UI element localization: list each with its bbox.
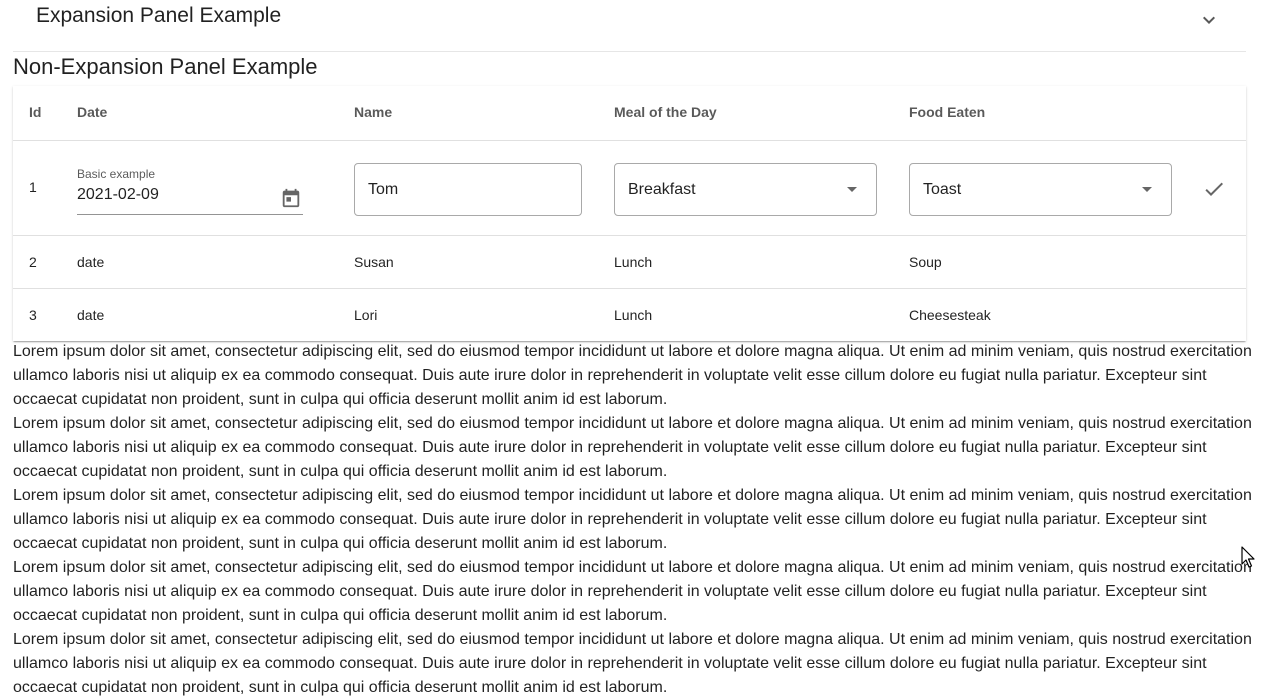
- header-meal: Meal of the Day: [614, 104, 717, 120]
- section-title: Non-Expansion Panel Example: [13, 54, 318, 79]
- lorem-paragraph: Lorem ipsum dolor sit amet, consectetur …: [13, 487, 1252, 552]
- food-select[interactable]: Toast: [909, 163, 1172, 216]
- row-id: 1: [29, 179, 37, 195]
- row-date: date: [77, 307, 105, 323]
- mouse-cursor-icon: [1241, 546, 1255, 568]
- row-id: 2: [29, 254, 37, 270]
- table-row-editing: 1 Basic example 2021-02-09 Tom Breakfast…: [13, 141, 1246, 236]
- check-icon[interactable]: [1202, 177, 1226, 201]
- table-header-row: Id Date Name Meal of the Day Food Eaten: [13, 86, 1246, 141]
- date-field-value[interactable]: 2021-02-09: [77, 186, 159, 204]
- chevron-down-icon[interactable]: [1197, 8, 1221, 32]
- row-name: Susan: [354, 254, 394, 270]
- name-input[interactable]: Tom: [354, 163, 582, 216]
- name-input-value[interactable]: Tom: [368, 181, 398, 199]
- date-field-label: Basic example: [77, 167, 156, 181]
- header-food: Food Eaten: [909, 104, 986, 120]
- expansion-panel-header[interactable]: Expansion Panel Example: [13, 0, 1246, 52]
- food-select-value[interactable]: Toast: [923, 181, 961, 199]
- table-row: 3 date Lori Lunch Cheesesteak: [13, 289, 1246, 341]
- date-picker-field[interactable]: Basic example 2021-02-09: [77, 165, 303, 215]
- row-food: Soup: [909, 254, 942, 270]
- lorem-paragraph: Lorem ipsum dolor sit amet, consectetur …: [13, 415, 1252, 480]
- row-food: Cheesesteak: [909, 307, 991, 323]
- calendar-icon[interactable]: [280, 187, 302, 209]
- dropdown-arrow-icon[interactable]: [1141, 186, 1153, 194]
- table-row: 2 date Susan Lunch Soup: [13, 236, 1246, 289]
- header-id: Id: [29, 104, 42, 120]
- meal-select[interactable]: Breakfast: [614, 163, 877, 216]
- row-date: date: [77, 254, 105, 270]
- dropdown-arrow-icon[interactable]: [846, 186, 858, 194]
- expansion-panel-title: Expansion Panel Example: [36, 4, 282, 27]
- body-text: Lorem ipsum dolor sit amet, consectetur …: [13, 340, 1253, 700]
- lorem-paragraph: Lorem ipsum dolor sit amet, consectetur …: [13, 559, 1252, 624]
- row-meal: Lunch: [614, 307, 653, 323]
- header-name: Name: [354, 104, 393, 120]
- data-table: Id Date Name Meal of the Day Food Eaten …: [13, 86, 1246, 341]
- row-name: Lori: [354, 307, 378, 323]
- meal-select-value[interactable]: Breakfast: [628, 181, 696, 199]
- lorem-paragraph: Lorem ipsum dolor sit amet, consectetur …: [13, 343, 1252, 408]
- lorem-paragraph: Lorem ipsum dolor sit amet, consectetur …: [13, 631, 1252, 696]
- row-id: 3: [29, 307, 37, 323]
- row-meal: Lunch: [614, 254, 653, 270]
- header-date: Date: [77, 104, 108, 120]
